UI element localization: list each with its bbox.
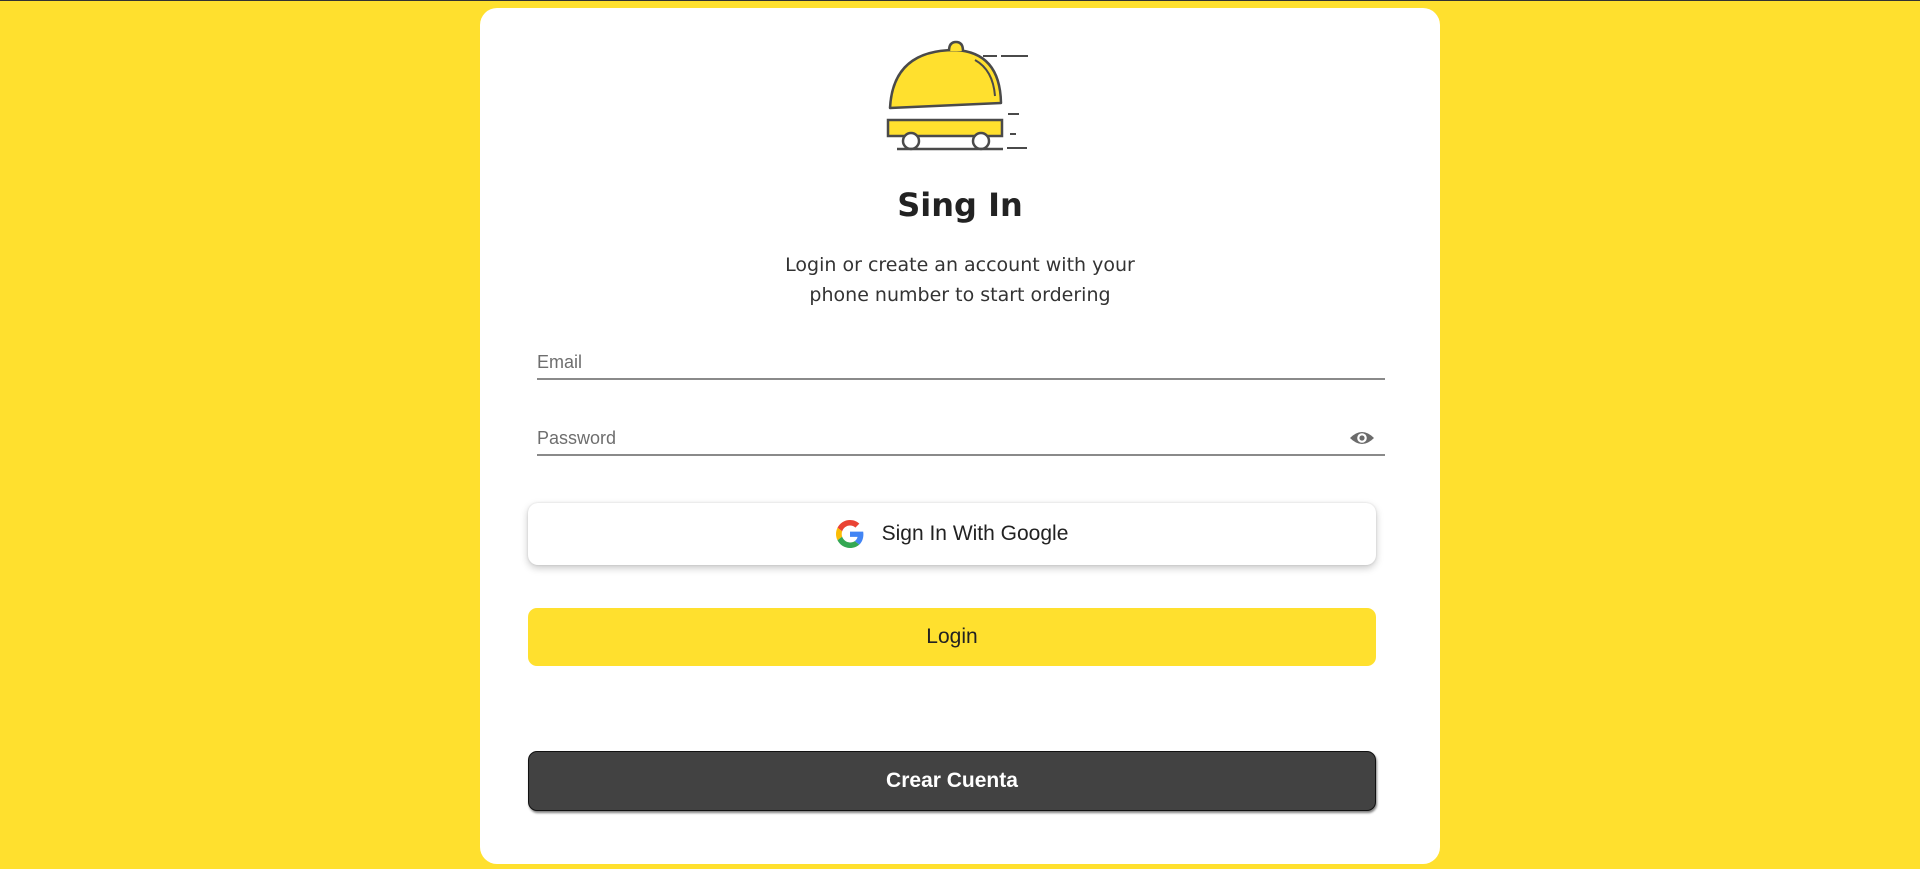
page-title: Sing In — [897, 186, 1023, 224]
password-field — [537, 424, 1385, 456]
eye-icon[interactable] — [1349, 428, 1375, 448]
login-button[interactable]: Login — [528, 608, 1376, 666]
page-subtitle: Login or create an account with your pho… — [785, 254, 1135, 306]
email-input[interactable] — [537, 348, 1337, 376]
create-account-button[interactable]: Crear Cuenta — [528, 751, 1376, 811]
signin-card: Sing In Login or create an account with … — [480, 8, 1440, 864]
google-button-label: Sign In With Google — [881, 522, 1069, 545]
top-border — [0, 0, 1920, 1]
google-g-icon — [835, 520, 864, 548]
google-signin-button[interactable]: Sign In With Google — [528, 503, 1376, 565]
password-input[interactable] — [537, 424, 1337, 452]
email-field — [537, 348, 1385, 380]
delivery-cloche-cart-icon — [886, 40, 1028, 151]
